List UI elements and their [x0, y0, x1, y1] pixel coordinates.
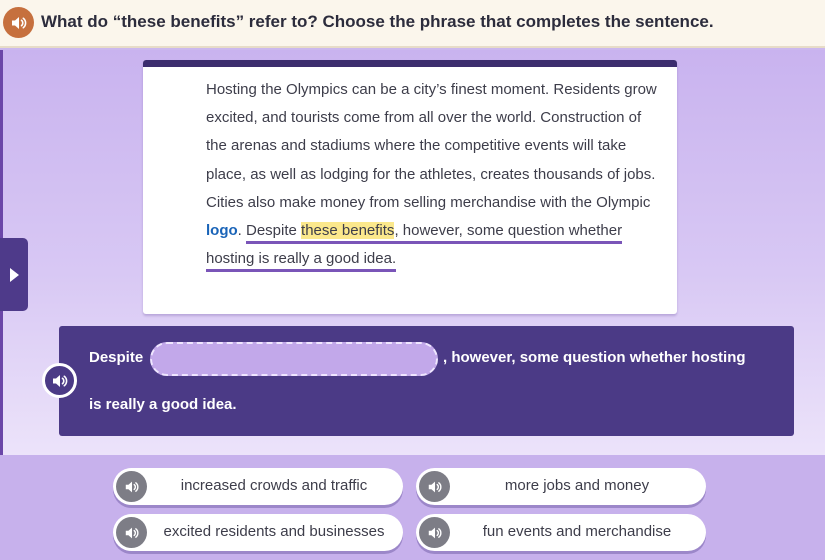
- speaker-icon: [125, 527, 138, 538]
- choice-label: fun events and merchandise: [482, 523, 672, 540]
- passage-text: Hosting the Olympics can be a city’s fin…: [206, 76, 666, 273]
- triangle-right-icon: [10, 267, 19, 282]
- speaker-icon: [428, 481, 441, 492]
- underlined-start: Despite: [246, 222, 302, 240]
- side-panel-toggle[interactable]: [0, 238, 28, 311]
- speaker-icon: [428, 527, 441, 538]
- choice-speaker-button[interactable]: [419, 471, 450, 502]
- sentence-end: is really a good idea.: [89, 396, 237, 413]
- speaker-icon: [52, 374, 67, 387]
- question-speaker-button[interactable]: [3, 7, 34, 38]
- speaker-icon: [125, 481, 138, 492]
- passage-card: Hosting the Olympics can be a city’s fin…: [143, 60, 677, 314]
- answer-choices: increased crowds and traffic more jobs a…: [0, 455, 825, 560]
- passage-body: Hosting the Olympics can be a city’s fin…: [206, 81, 657, 211]
- choice-button[interactable]: more jobs and money: [416, 468, 706, 505]
- choice-label: excited residents and businesses: [163, 523, 385, 540]
- choice-speaker-button[interactable]: [116, 517, 147, 548]
- choice-button[interactable]: increased crowds and traffic: [113, 468, 403, 505]
- choice-label: increased crowds and traffic: [180, 477, 368, 494]
- question-bar: What do “these benefits” refer to? Choos…: [0, 0, 825, 48]
- choice-speaker-button[interactable]: [116, 471, 147, 502]
- passage-topbar: [143, 60, 677, 67]
- sentence-middle: , however, some question whether hosting: [443, 349, 746, 366]
- choice-button[interactable]: fun events and merchandise: [416, 514, 706, 551]
- sentence-box: Despite , however, some question whether…: [59, 326, 794, 436]
- underlined-sentence: Despite these benefits, however, some qu…: [206, 222, 623, 273]
- choice-button[interactable]: excited residents and businesses: [113, 514, 403, 551]
- sentence-speaker-button[interactable]: [42, 363, 77, 398]
- question-text: What do “these benefits” refer to? Choos…: [41, 12, 714, 31]
- passage-punct: .: [237, 222, 246, 240]
- choice-label: more jobs and money: [504, 477, 650, 494]
- highlighted-phrase: these benefits: [301, 222, 395, 240]
- answer-drop-slot[interactable]: [150, 342, 438, 376]
- choice-speaker-button[interactable]: [419, 517, 450, 548]
- glossary-word-logo[interactable]: logo: [206, 222, 238, 239]
- speaker-icon: [11, 16, 26, 29]
- sentence-start: Despite: [89, 349, 144, 366]
